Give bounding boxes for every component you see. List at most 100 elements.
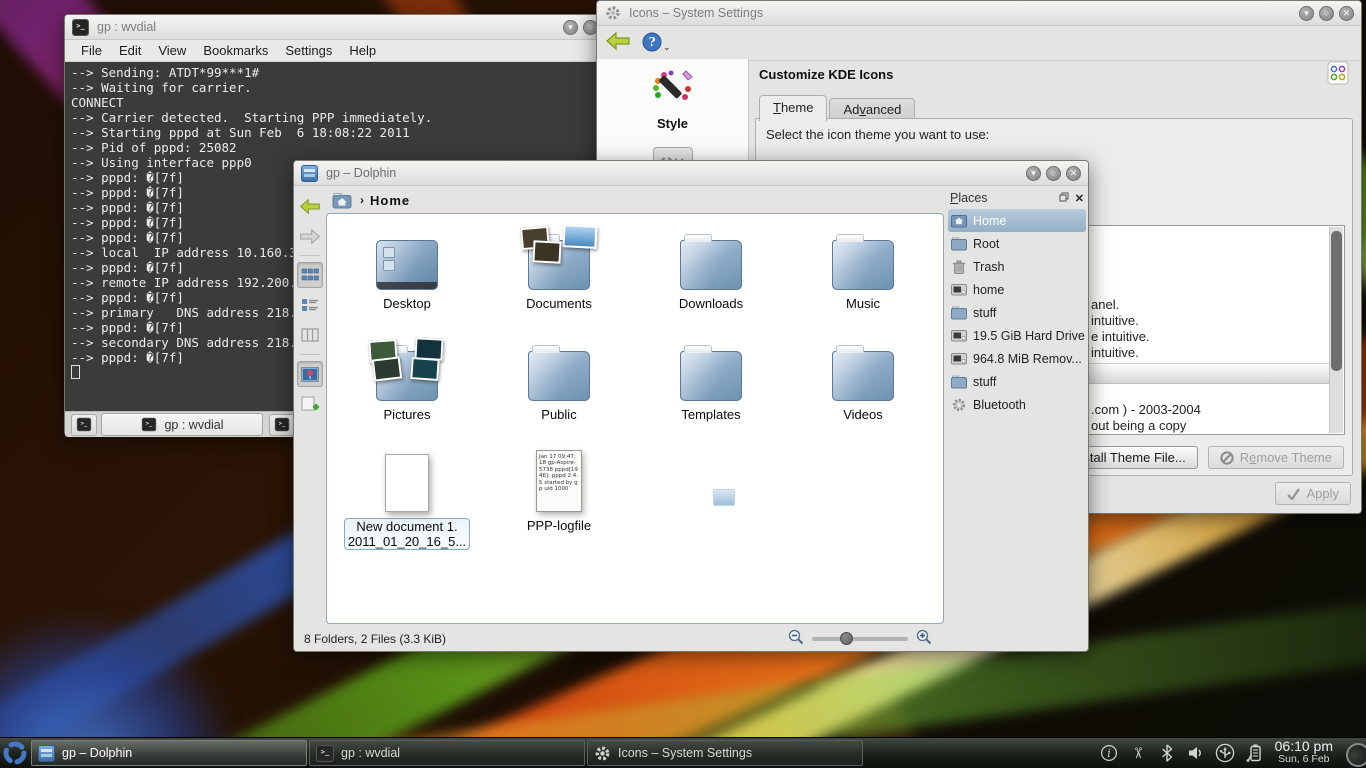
columns-view-button[interactable] bbox=[297, 322, 323, 348]
theme-description-fragment: .com ) - 2003-2004 bbox=[1091, 402, 1201, 417]
bluetooth-icon[interactable] bbox=[1157, 743, 1177, 763]
places-item-964-8-mib-remov-[interactable]: 964.8 MiB Remov... bbox=[948, 347, 1086, 370]
overview-icon[interactable] bbox=[1327, 61, 1349, 90]
zoom-slider[interactable] bbox=[812, 637, 908, 641]
breadcrumb-home-button[interactable] bbox=[330, 190, 354, 210]
drive-icon bbox=[951, 351, 967, 367]
panel-toolbox-icon[interactable] bbox=[1346, 743, 1366, 767]
usb-device-icon[interactable] bbox=[1215, 743, 1235, 763]
task-label: gp : wvdial bbox=[341, 746, 400, 760]
back-button[interactable] bbox=[297, 193, 323, 219]
zoom-in-button[interactable] bbox=[916, 629, 932, 648]
item-label: Public bbox=[541, 407, 576, 422]
clock[interactable]: 06:10 pm Sun, 6 Feb bbox=[1275, 740, 1333, 766]
breadcrumb-root[interactable]: Home bbox=[370, 193, 410, 208]
back-button[interactable] bbox=[605, 30, 631, 57]
close-button[interactable]: ✕ bbox=[1066, 166, 1081, 181]
dolphin-icon bbox=[301, 165, 318, 182]
taskbar-task-gp-wvdial[interactable]: >_gp : wvdial bbox=[309, 740, 585, 766]
taskbar-task-icons-system-settings[interactable]: Icons – System Settings bbox=[587, 740, 863, 766]
battery-icon[interactable] bbox=[1244, 743, 1264, 763]
places-item-label: home bbox=[973, 283, 1004, 297]
menu-item-view[interactable]: View bbox=[158, 43, 186, 58]
folder-item-documents[interactable]: Documents bbox=[483, 226, 635, 311]
system-tray: i ✂ 06:10 pm Sun, 6 Feb bbox=[1093, 738, 1366, 768]
terminal-cursor bbox=[71, 365, 80, 379]
file-item-ppp-logfile[interactable]: Jan 17 09:47:18 gp-Aspire-5738 pppd[1946… bbox=[483, 448, 635, 550]
forward-button[interactable] bbox=[297, 223, 323, 249]
taskbar-task-gp-dolphin[interactable]: gp – Dolphin bbox=[31, 740, 307, 766]
folder-item-desktop[interactable]: Desktop bbox=[331, 226, 483, 311]
folder-icon bbox=[951, 374, 967, 390]
item-label: Documents bbox=[526, 296, 592, 311]
menu-item-bookmarks[interactable]: Bookmarks bbox=[203, 43, 268, 58]
volume-icon[interactable] bbox=[1186, 743, 1206, 763]
desktop-icon bbox=[376, 240, 438, 290]
sidebar-item-style[interactable]: Style bbox=[657, 116, 688, 131]
dolphin-titlebar[interactable]: gp – Dolphin ▾ ○ ✕ bbox=[294, 161, 1088, 186]
places-item-home[interactable]: home bbox=[948, 278, 1086, 301]
places-item-stuff[interactable]: stuff bbox=[948, 370, 1086, 393]
folder-item-pictures[interactable]: Pictures bbox=[331, 337, 483, 422]
scrollbar[interactable] bbox=[1329, 227, 1343, 433]
documents-folder-icon bbox=[528, 240, 590, 290]
places-item-home[interactable]: Home bbox=[948, 209, 1086, 232]
status-text: 8 Folders, 2 Files (3.3 KiB) bbox=[304, 632, 446, 646]
svg-text:?: ? bbox=[648, 35, 655, 49]
maximize-button[interactable]: ○ bbox=[1319, 6, 1334, 21]
zoom-out-icon bbox=[788, 629, 804, 645]
app-launcher-button[interactable] bbox=[0, 738, 30, 768]
folder-view[interactable]: Desktop Documents DownloadsMusic Pictures Pu… bbox=[326, 213, 944, 624]
apply-button[interactable]: Apply bbox=[1275, 482, 1351, 505]
new-tab-button[interactable]: >_ bbox=[71, 414, 97, 436]
menu-item-help[interactable]: Help bbox=[349, 43, 376, 58]
item-label: PPP-logfile bbox=[527, 518, 591, 533]
terminal-icon: >_ bbox=[77, 418, 91, 432]
item-label-selected: New document 1.2011_01_20_16_5... bbox=[344, 518, 470, 550]
maximize-button[interactable]: ○ bbox=[1046, 166, 1061, 181]
close-panel-icon[interactable]: ✕ bbox=[1075, 192, 1084, 205]
folder-item-music[interactable]: Music bbox=[787, 226, 939, 311]
places-item-root[interactable]: Root bbox=[948, 232, 1086, 255]
gear-icon bbox=[594, 745, 611, 762]
zoom-out-button[interactable] bbox=[788, 629, 804, 648]
float-panel-icon[interactable] bbox=[1059, 191, 1069, 205]
icons-view-icon bbox=[301, 267, 319, 283]
split-view-button[interactable] bbox=[297, 391, 323, 417]
details-view-button[interactable] bbox=[297, 292, 323, 318]
menu-item-edit[interactable]: Edit bbox=[119, 43, 141, 58]
zoom-slider-handle[interactable] bbox=[840, 632, 853, 645]
places-item-bluetooth[interactable]: Bluetooth bbox=[948, 393, 1086, 416]
places-item-stuff[interactable]: stuff bbox=[948, 301, 1086, 324]
info-icon[interactable]: i bbox=[1099, 743, 1119, 763]
preview-toggle-button[interactable] bbox=[297, 361, 323, 387]
folder-item-public[interactable]: Public bbox=[483, 337, 635, 422]
remove-theme-button[interactable]: Remove Theme bbox=[1208, 446, 1344, 469]
places-item-trash[interactable]: Trash bbox=[948, 255, 1086, 278]
trash-icon bbox=[951, 259, 967, 275]
terminal-titlebar[interactable]: >_ gp : wvdial ▾ ○ bbox=[65, 15, 605, 40]
menu-item-file[interactable]: File bbox=[81, 43, 102, 58]
folder-item-downloads[interactable]: Downloads bbox=[635, 226, 787, 311]
minimize-button[interactable]: ▾ bbox=[1299, 6, 1314, 21]
file-item-new-document[interactable]: New document 1.2011_01_20_16_5... bbox=[331, 448, 483, 550]
folder-item-videos[interactable]: Videos bbox=[787, 337, 939, 422]
menu-item-settings[interactable]: Settings bbox=[285, 43, 332, 58]
klipper-icon[interactable]: ✂ bbox=[1128, 743, 1148, 763]
tab-list-button[interactable]: >_ bbox=[269, 414, 295, 436]
places-item-label: Home bbox=[973, 214, 1006, 228]
theme-list-text-fragment: anel. bbox=[1091, 297, 1119, 312]
scrollbar-thumb[interactable] bbox=[1331, 231, 1342, 371]
tab-theme[interactable]: Theme bbox=[759, 95, 827, 121]
home-folder-icon bbox=[332, 192, 352, 209]
folder-item-templates[interactable]: Templates bbox=[635, 337, 787, 422]
close-button[interactable]: ✕ bbox=[1339, 6, 1354, 21]
terminal-tab[interactable]: >_ gp : wvdial bbox=[101, 413, 263, 436]
icons-view-button[interactable] bbox=[297, 262, 323, 288]
minimize-button[interactable]: ▾ bbox=[563, 20, 578, 35]
help-button[interactable]: ? ⌄ bbox=[641, 32, 671, 54]
minimize-button[interactable]: ▾ bbox=[1026, 166, 1041, 181]
select-theme-label: Select the icon theme you want to use: bbox=[766, 127, 1352, 142]
places-item-19-5-gib-hard-drive[interactable]: 19.5 GiB Hard Drive bbox=[948, 324, 1086, 347]
system-settings-titlebar[interactable]: Icons – System Settings ▾ ○ ✕ bbox=[597, 1, 1361, 26]
